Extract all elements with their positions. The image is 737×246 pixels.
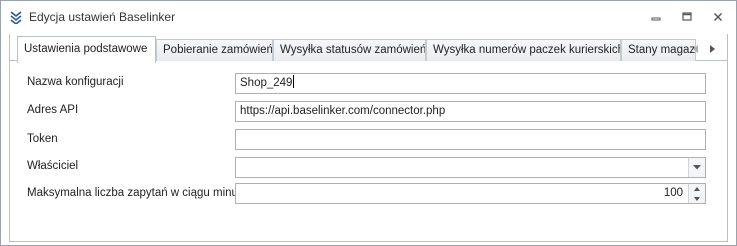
maximize-icon <box>682 12 692 21</box>
tab-order-download[interactable]: Pobieranie zamówień <box>156 39 273 61</box>
window-title: Edycja ustawień Baselinker <box>29 10 176 24</box>
token-label: Token <box>27 133 58 145</box>
api-address-value: https://api.baselinker.com/connector.php <box>240 105 446 117</box>
maximize-button[interactable] <box>678 9 696 25</box>
max-requests-spin <box>688 184 705 203</box>
tab-scroll-right[interactable] <box>706 42 718 56</box>
text-caret <box>293 75 295 88</box>
chevron-down-icon <box>693 165 701 170</box>
owner-label: Właściciel <box>27 160 79 172</box>
title-bar[interactable]: Edycja ustawień Baselinker <box>1 1 736 34</box>
api-address-input[interactable]: https://api.baselinker.com/connector.php <box>235 101 706 122</box>
chevron-up-icon <box>694 186 700 191</box>
close-button[interactable] <box>709 9 727 25</box>
token-input[interactable] <box>235 129 706 150</box>
max-requests-value: 100 <box>663 187 683 199</box>
increment-button[interactable] <box>689 184 705 193</box>
decrement-button[interactable] <box>689 194 705 203</box>
config-name-label: Nazwa konfiguracji <box>27 76 124 88</box>
config-name-value: Shop_249 <box>240 77 293 89</box>
tab-tracking-numbers[interactable]: Wysyłka numerów paczek kurierskich <box>426 39 621 61</box>
tab-strip: Ustawienia podstawowe Pobieranie zamówie… <box>9 34 728 63</box>
api-address-label: Adres API <box>27 104 79 116</box>
close-icon <box>714 13 722 21</box>
tab-basic-settings[interactable]: Ustawienia podstawowe <box>17 36 156 63</box>
config-name-input[interactable]: Shop_249 <box>235 73 706 94</box>
chevron-left-icon <box>693 45 698 53</box>
minimize-button[interactable] <box>647 9 665 25</box>
stacked-chevrons-icon <box>10 11 22 24</box>
tab-scroll-left[interactable] <box>690 42 702 56</box>
minimize-icon <box>651 17 661 21</box>
tab-stock-levels[interactable]: Stany magazy <box>621 39 696 61</box>
chevron-right-icon <box>710 45 715 53</box>
max-requests-label: Maksymalna liczba zapytań w ciągu minuty <box>27 187 247 199</box>
max-requests-stepper[interactable]: 100 <box>235 183 706 204</box>
tab-status-upload[interactable]: Wysyłka statusów zamówień <box>273 39 426 61</box>
owner-select[interactable] <box>235 157 706 178</box>
owner-dropdown-button[interactable] <box>688 158 705 177</box>
chevron-down-small-icon <box>694 196 700 201</box>
